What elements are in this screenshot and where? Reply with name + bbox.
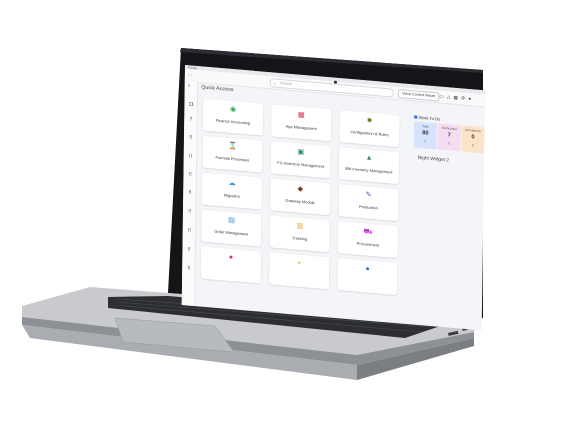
tile-procurement[interactable]: ⛟ Procurement [337, 221, 399, 259]
cloud-upload-icon: ☁ [228, 179, 236, 188]
stat-label: Task [422, 124, 429, 129]
tile-order-management[interactable]: ▤ Order Management [201, 209, 262, 247]
stat-sub: 0 [424, 139, 427, 144]
tile-partial[interactable]: ● [200, 246, 262, 284]
sidebar-item[interactable]: !! [187, 171, 194, 178]
sidebar-item[interactable]: !! [186, 208, 193, 215]
sidebar-item[interactable]: 11 [188, 101, 195, 108]
voice-control-reset-button[interactable]: Voice Control Reset [397, 89, 440, 102]
stat-value: 80 [422, 130, 429, 137]
tile-bm-inventory-management[interactable]: ▲ BM Inventory Management [338, 147, 400, 185]
tile-finance-accounting[interactable]: ◉ Finance Accounting [202, 98, 264, 136]
tile-icon: ▪ [297, 259, 301, 267]
tile-partial[interactable]: ▪ [268, 252, 330, 290]
tile-fg-inventory-management[interactable]: ▣ FG Inventory Management [270, 141, 331, 179]
hourglass-icon: ⌛ [227, 142, 238, 151]
tile-label: Migration [223, 193, 240, 199]
tracking-icon: ▥ [296, 222, 304, 231]
toolbar-icons: ▭ △ ▦ ⚙ ● [439, 93, 471, 103]
right-widget-label: Right Widget 2 [417, 154, 450, 163]
tile-formula-processes[interactable]: ⌛ Formula Processes [202, 135, 263, 173]
gear-icon[interactable]: ⚙ [461, 94, 465, 101]
tile-label: Order Management [214, 229, 249, 237]
tile-label: FG Inventory Management [277, 160, 325, 169]
gear-icon: ✹ [366, 117, 373, 125]
sidebar: 11 7 !! !! !! !! !! !! !! !! [181, 81, 199, 307]
user-icon[interactable]: ● [468, 95, 471, 102]
warehouse-icon: ▲ [365, 154, 373, 162]
tile-migration[interactable]: ☁ Migration [201, 172, 263, 210]
tile-label: Production [359, 204, 378, 211]
sidebar-item[interactable]: !! [186, 227, 193, 234]
grid-icon[interactable]: ▦ [454, 94, 459, 101]
stat-value: 0 [471, 134, 475, 141]
stat-sub: 0 [471, 143, 474, 148]
search-icon: ⌕ [273, 80, 277, 86]
tile-label: BM Inventory Management [345, 166, 393, 175]
gateway-icon: ◆ [297, 185, 304, 194]
tile-label: Procurement [356, 241, 380, 248]
document-icon: ▤ [228, 216, 236, 225]
tile-partial[interactable]: ● [337, 258, 398, 296]
tile-gateway-module[interactable]: ◆ Gateway Module [269, 178, 331, 216]
sidebar-item[interactable]: !! [187, 153, 194, 160]
tile-label: Formula Processes [215, 155, 250, 163]
nav-arrows[interactable]: ‹ › [188, 72, 192, 77]
bell-icon[interactable]: △ [447, 93, 451, 100]
stat-label: Verification [441, 125, 457, 132]
tile-production[interactable]: ✎ Production [338, 184, 399, 222]
tile-label: Gateway Module [285, 198, 315, 206]
sidebar-item[interactable]: !! [186, 189, 193, 196]
quick-access-grid: ◉ Finance Accounting ▦ App Management ✹ … [200, 98, 410, 296]
back-icon[interactable]: ‹ [188, 82, 191, 89]
stat-label: Acceptance [464, 127, 482, 134]
work-to-do-panel: Work To Do Task 80 0 Verification 7 0 Ac… [413, 114, 485, 162]
tile-label: Configuration & Rules [350, 130, 389, 138]
work-to-do-icon [414, 115, 418, 120]
wrench-icon: ✎ [365, 191, 372, 199]
list-icon[interactable]: ▭ [439, 93, 444, 100]
calculator-icon: ▣ [297, 148, 305, 157]
stat-acceptance[interactable]: Acceptance 0 0 [461, 125, 485, 154]
search-placeholder: Search [280, 81, 292, 87]
tile-label: App Management [285, 124, 317, 132]
laptop-screen: Erplay ‹ › ⌕ Search Voice Control Reset … [181, 65, 486, 331]
cart-icon: ⛟ [363, 228, 373, 237]
tile-label: Finance Accounting [215, 118, 251, 126]
stat-verification[interactable]: Verification 7 0 [437, 123, 461, 152]
tile-configuration-rules[interactable]: ✹ Configuration & Rules [339, 110, 400, 148]
tile-tracking[interactable]: ▥ Tracking [269, 215, 330, 253]
sidebar-item[interactable]: !! [186, 246, 193, 253]
finance-icon: ◉ [229, 105, 237, 114]
sidebar-item[interactable]: !! [187, 134, 194, 141]
work-to-do-label: Work To Do [418, 114, 441, 122]
tile-icon: ● [365, 265, 370, 273]
stat-value: 7 [447, 132, 451, 139]
tile-label: Tracking [292, 236, 308, 242]
stat-task[interactable]: Task 80 0 [413, 121, 437, 150]
app-grid-icon: ▦ [297, 111, 305, 120]
tile-icon: ● [228, 253, 234, 262]
sidebar-item[interactable]: !! [185, 265, 192, 272]
tile-app-management[interactable]: ▦ App Management [271, 104, 332, 142]
work-to-do-title: Work To Do [414, 114, 441, 122]
stat-sub: 0 [448, 141, 451, 146]
sidebar-item[interactable]: 7 [187, 116, 194, 123]
